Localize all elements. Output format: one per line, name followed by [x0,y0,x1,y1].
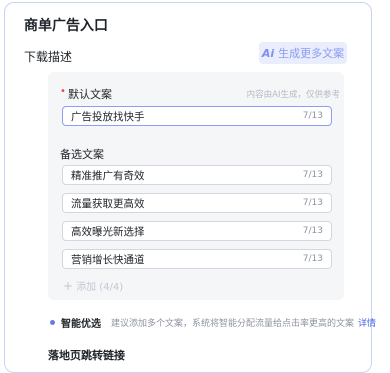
panel-title: 商单广告入口 [24,18,108,34]
generate-more-copy-label: 生成更多文案 [278,47,345,60]
alternative-copy-input-3[interactable]: 高效曝光新选择 7/13 [62,221,332,241]
required-mark: • [60,86,66,97]
alternative-copy-input-2[interactable]: 流量获取更高效 7/13 [62,193,332,213]
char-count: 7/13 [302,198,323,208]
char-count: 7/13 [302,254,323,264]
ai-icon: Ai [261,46,275,60]
alternative-copy-input-1[interactable]: 精准推广有奇效 7/13 [62,165,332,185]
smart-optimize-title: 智能优选 [61,319,101,330]
add-copy-label: 添加 (4/4) [76,282,124,293]
alternative-copy-value: 精准推广有奇效 [71,169,145,182]
add-copy-button[interactable]: + 添加 (4/4) [63,278,124,294]
alternative-copy-value: 营销增长快通道 [71,253,145,266]
char-count: 7/13 [302,111,323,121]
generate-more-copy-button[interactable]: Ai 生成更多文案 [259,42,347,64]
details-link[interactable]: 详情 [358,316,376,329]
alternative-copy-label: 备选文案 [60,148,104,161]
plus-icon: + [63,278,74,293]
char-count: 7/13 [302,170,323,180]
ai-generated-hint: 内容由AI生成，仅供参考 [246,90,340,100]
landing-page-link-label: 落地页跳转链接 [48,349,125,362]
smart-optimize-text: 建议添加多个文案，系统将智能分配流量给点击率更高的文案 [111,319,355,329]
smart-optimize-row: 智能优选 建议添加多个文案，系统将智能分配流量给点击率更高的文案 详情 [50,315,376,330]
default-copy-label: 默认文案 [68,88,112,101]
default-copy-input[interactable]: 广告投放找快手 7/13 [62,106,332,126]
char-count: 7/13 [302,226,323,236]
alternative-copy-input-4[interactable]: 营销增长快通道 7/13 [62,249,332,269]
alternative-copy-value: 高效曝光新选择 [71,225,145,238]
bullet-dot-icon [50,320,55,325]
alternative-copy-value: 流量获取更高效 [71,197,145,210]
default-copy-value: 广告投放找快手 [71,110,145,123]
download-description-label: 下载描述 [24,50,73,64]
